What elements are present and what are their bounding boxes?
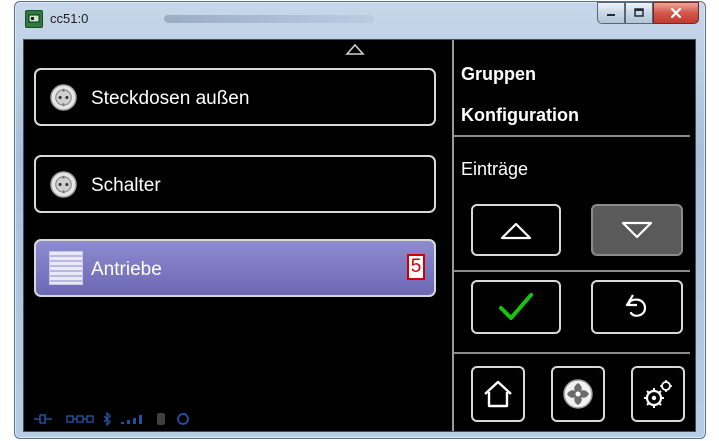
close-icon <box>670 7 682 19</box>
maximize-icon <box>634 8 644 17</box>
section-label: Einträge <box>461 159 529 179</box>
group-item-antriebe[interactable]: Antriebe 5 <box>34 239 436 297</box>
scroll-up-icon[interactable] <box>344 42 366 56</box>
close-button[interactable] <box>653 2 699 24</box>
scroll-down-button[interactable] <box>591 204 683 256</box>
minimize-icon <box>607 14 615 16</box>
title-smear <box>164 15 374 23</box>
plug-icon <box>34 414 52 424</box>
checkmark-icon <box>499 293 533 320</box>
app-window: cc51:0 Steckdosen außen Schalter Antrieb… <box>14 1 706 439</box>
down-arrow-icon <box>621 221 653 239</box>
status-bar <box>32 411 190 427</box>
home-button[interactable] <box>471 366 525 422</box>
blind-icon <box>49 251 83 285</box>
settings-button[interactable] <box>631 366 685 422</box>
maximize-button[interactable] <box>625 2 653 24</box>
divider <box>454 270 690 272</box>
vertical-divider <box>452 40 454 431</box>
home-icon <box>484 380 512 408</box>
minimize-button[interactable] <box>597 2 625 24</box>
signal-icon <box>121 415 142 424</box>
device-screen: Steckdosen außen Schalter Antriebe 5 Gru… <box>23 39 696 432</box>
settings-icon <box>644 380 672 408</box>
up-arrow-icon <box>500 222 532 240</box>
confirm-button[interactable] <box>471 280 561 334</box>
bluetooth-icon <box>103 412 111 426</box>
network-icon <box>66 415 94 423</box>
window-controls <box>597 2 699 24</box>
title-bar[interactable]: cc51:0 <box>14 1 706 39</box>
group-item-steckdosen-aussen[interactable]: Steckdosen außen <box>34 68 436 126</box>
device-icon <box>157 413 165 425</box>
socket-icon <box>50 84 77 111</box>
fan-icon <box>563 379 593 409</box>
group-item-label: Steckdosen außen <box>91 88 250 109</box>
count-badge: 5 <box>407 254 425 280</box>
divider <box>454 352 690 354</box>
back-button[interactable] <box>591 280 683 334</box>
panel-title-line2: Konfiguration <box>461 105 579 125</box>
group-item-label: Antriebe <box>91 259 162 280</box>
sync-icon <box>177 413 189 425</box>
group-item-schalter[interactable]: Schalter <box>34 155 436 213</box>
socket-icon <box>50 171 77 198</box>
scroll-up-button[interactable] <box>471 204 561 256</box>
fan-button[interactable] <box>551 366 605 422</box>
divider <box>454 135 690 137</box>
panel-title-line1: Gruppen <box>461 64 536 84</box>
back-icon <box>625 294 647 317</box>
window-title: cc51:0 <box>50 11 89 26</box>
group-item-label: Schalter <box>91 175 161 196</box>
app-icon <box>25 10 43 28</box>
